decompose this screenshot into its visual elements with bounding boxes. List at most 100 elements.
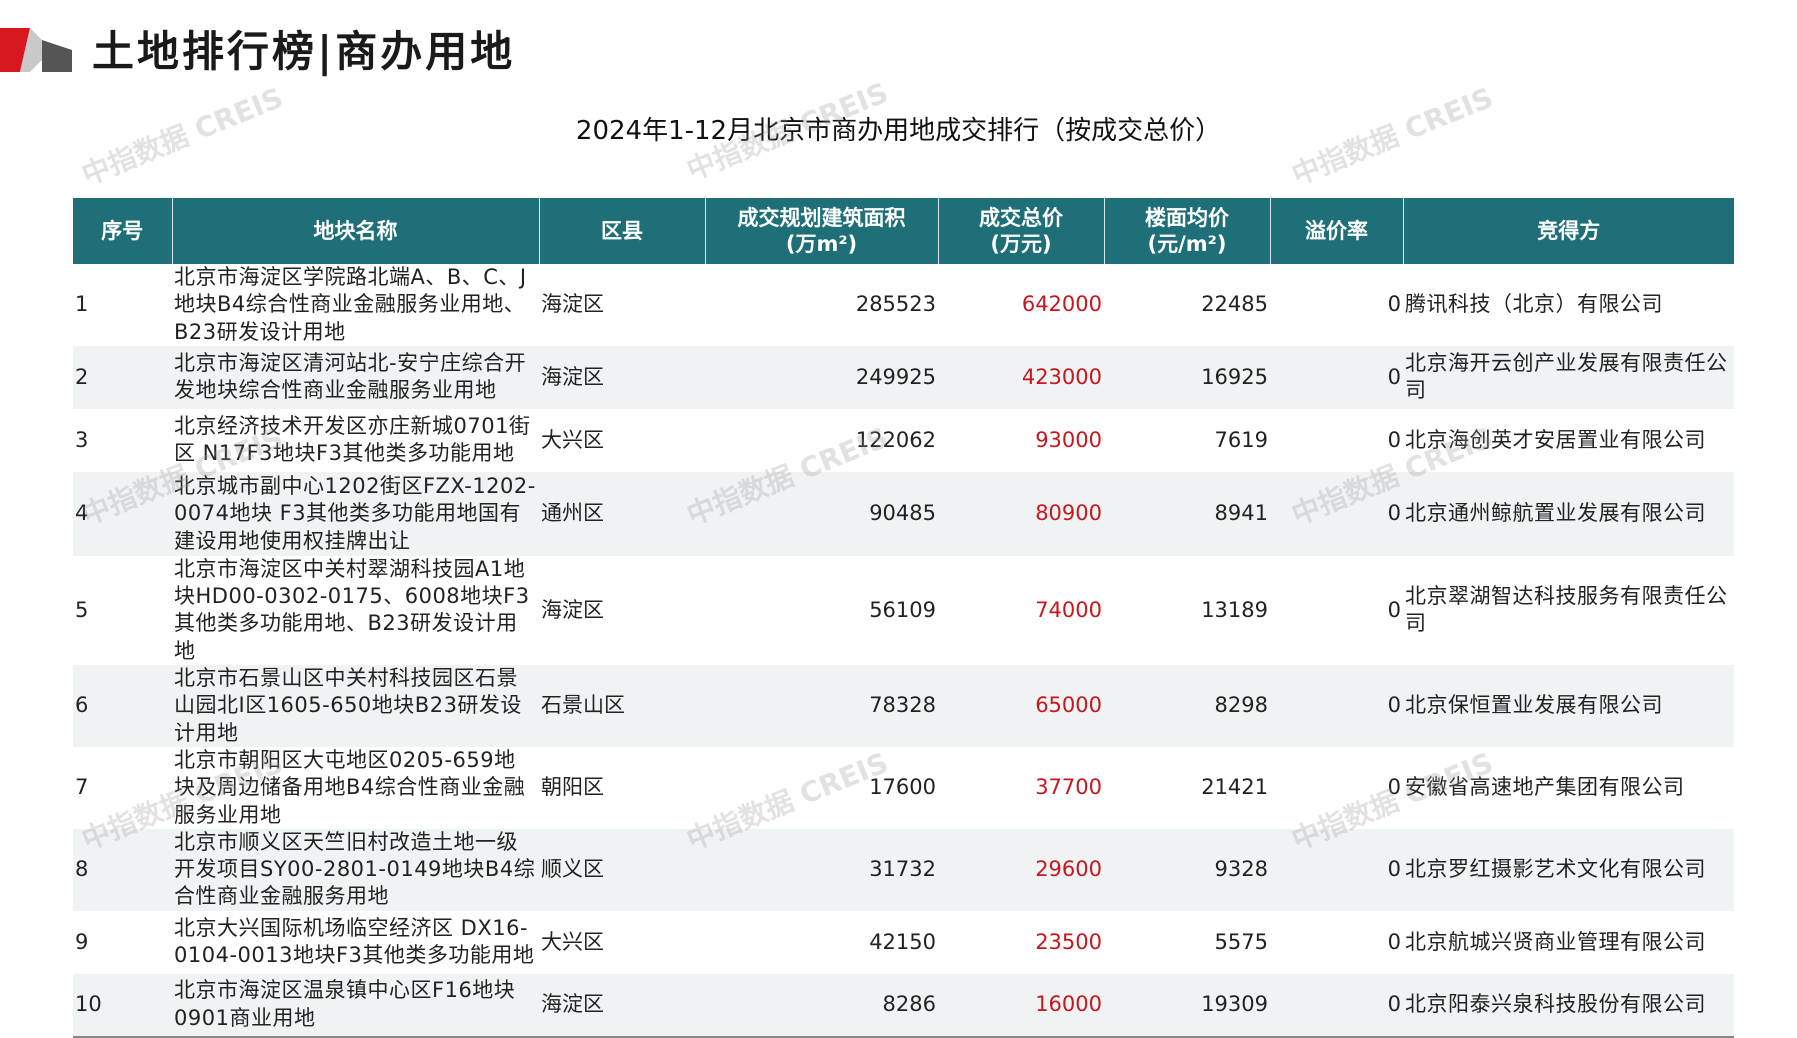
cell-district: 大兴区 [541,427,604,452]
cell-premium: 0 [1270,471,1403,556]
table-row: 3 北京经济技术开发区亦庄新城0701街区 N17F3地块F3其他类多功能用地 … [73,409,1734,472]
cell-buyer: 安徽省高速地产集团有限公司 [1405,775,1685,800]
cell-district: 海淀区 [539,973,705,1038]
cell-unit-price: 22485 [1201,292,1268,317]
cell-name: 北京市海淀区中关村翠湖科技园A1地块HD00-0302-0175、6008地块F… [174,556,530,663]
table-row: 5 北京市海淀区中关村翠湖科技园A1地块HD00-0302-0175、6008地… [73,556,1734,665]
cell-area: 17600 [869,775,936,800]
table-header-row: 序号 地块名称 区县 成交规划建筑面积 (万m²) 成交总价 (万元) 楼面均价… [73,198,1734,264]
table-title: 2024年1-12月北京市商办用地成交排行（按成交总价） [575,116,1222,146]
cell-premium: 0 [1270,973,1403,1038]
cell-area: 31732 [705,828,938,911]
cell-buyer: 北京保恒置业发展有限公司 [1403,665,1734,747]
cell-district: 海淀区 [539,345,705,409]
cell-price: 423000 [938,345,1104,409]
cell-no: 9 [75,929,89,954]
cell-unit-price: 16925 [1104,345,1270,409]
cell-unit-price: 7619 [1214,427,1268,452]
cell-buyer: 北京通州鲸航置业发展有限公司 [1403,471,1734,556]
cell-buyer: 北京阳泰兴泉科技股份有限公司 [1403,973,1734,1038]
cell-district: 海淀区 [541,292,604,317]
cell-no: 7 [75,775,89,800]
cell-no: 1 [75,292,89,317]
header-premium: 溢价率 [1270,198,1404,264]
header-district: 区县 [539,198,706,264]
cell-price: 642000 [1021,292,1102,317]
brand-logo-icon [0,28,72,72]
cell-price: 16000 [938,973,1104,1038]
cell-price: 74000 [1035,597,1102,622]
cell-area: 90485 [705,471,938,556]
cell-name: 北京大兴国际机场临空经济区 DX16-0104-0013地块F3其他类多功能用地 [174,915,535,968]
cell-price: 29600 [938,828,1104,911]
cell-no: 5 [75,597,89,622]
cell-premium: 0 [1387,597,1401,622]
cell-no: 6 [73,665,172,747]
cell-name: 北京市顺义区天竺旧村改造土地一级开发项目SY00-2801-0149地块B4综合… [172,828,539,911]
cell-district: 朝阳区 [541,775,604,800]
cell-unit-price: 8298 [1104,665,1270,747]
cell-district: 石景山区 [539,665,705,747]
cell-premium: 0 [1270,345,1403,409]
cell-name: 北京城市副中心1202街区FZX-1202-0074地块 F3其他类多功能用地国… [172,471,539,556]
header-unit-price: 楼面均价 (元/m²) [1104,198,1271,264]
table-row: 7 北京市朝阳区大屯地区0205-659地块及周边储备用地B4综合性商业金融服务… [73,747,1734,829]
cell-area: 8286 [705,973,938,1038]
header-name: 地块名称 [172,198,540,264]
cell-name: 北京市海淀区温泉镇中心区F16地块0901商业用地 [172,973,539,1038]
header-no: 序号 [73,198,173,264]
cell-name: 北京市海淀区学院路北端A、B、C、J地块B4综合性商业金融服务业用地、B23研发… [174,265,527,344]
cell-premium: 0 [1387,427,1401,452]
cell-unit-price: 19309 [1104,973,1270,1038]
cell-price: 37700 [1035,775,1102,800]
cell-premium: 0 [1387,929,1401,954]
cell-premium: 0 [1387,292,1401,317]
cell-buyer: 北京罗红摄影艺术文化有限公司 [1403,828,1734,911]
cell-price: 80900 [938,471,1104,556]
table-row: 1 北京市海淀区学院路北端A、B、C、J地块B4综合性商业金融服务业用地、B23… [73,264,1734,346]
cell-unit-price: 5575 [1214,929,1268,954]
cell-name: 北京市朝阳区大屯地区0205-659地块及周边储备用地B4综合性商业金融服务业用… [174,747,526,827]
cell-district: 顺义区 [539,828,705,911]
cell-no: 10 [73,973,172,1038]
cell-name: 北京经济技术开发区亦庄新城0701街区 N17F3地块F3其他类多功能用地 [174,414,531,466]
ranking-table: 序号 地块名称 区县 成交规划建筑面积 (万m²) 成交总价 (万元) 楼面均价… [73,198,1734,1038]
table-row: 2 北京市海淀区清河站北-安宁庄综合开发地块综合性商业金融服务业用地 海淀区 2… [73,345,1734,409]
table-row: 4 北京城市副中心1202街区FZX-1202-0074地块 F3其他类多功能用… [73,471,1734,556]
header-buyer: 竞得方 [1403,198,1734,264]
cell-area: 42150 [869,929,936,954]
cell-unit-price: 9328 [1104,828,1270,911]
cell-area: 78328 [705,665,938,747]
cell-no: 8 [73,828,172,911]
cell-premium: 0 [1270,828,1403,911]
cell-no: 2 [73,345,172,409]
cell-buyer: 腾讯科技（北京）有限公司 [1405,292,1663,317]
cell-premium: 0 [1270,665,1403,747]
cell-premium: 0 [1387,775,1401,800]
cell-price: 65000 [938,665,1104,747]
cell-district: 通州区 [539,471,705,556]
cell-area: 56109 [869,597,936,622]
cell-price: 23500 [1035,929,1102,954]
table-row: 8 北京市顺义区天竺旧村改造土地一级开发项目SY00-2801-0149地块B4… [73,828,1734,911]
cell-district: 海淀区 [541,597,604,622]
cell-price: 93000 [1035,427,1102,452]
table-row: 9 北京大兴国际机场临空经济区 DX16-0104-0013地块F3其他类多功能… [73,911,1734,974]
cell-area: 249925 [705,345,938,409]
header-price: 成交总价 (万元) [938,198,1105,264]
cell-name: 北京市海淀区清河站北-安宁庄综合开发地块综合性商业金融服务业用地 [172,345,539,409]
cell-district: 大兴区 [541,929,604,954]
cell-no: 4 [73,471,172,556]
table-row: 6 北京市石景山区中关村科技园区石景山园北I区1605-650地块B23研发设计… [73,665,1734,747]
cell-name: 北京市石景山区中关村科技园区石景山园北I区1605-650地块B23研发设计用地 [172,665,539,747]
cell-buyer: 北京航城兴贤商业管理有限公司 [1405,929,1706,954]
cell-buyer: 北京海创英才安居置业有限公司 [1405,427,1706,452]
page-title: 土地排行榜|商办用地 [92,27,516,76]
cell-buyer: 北京翠湖智达科技服务有限责任公司 [1405,584,1728,636]
cell-buyer: 北京海开云创产业发展有限责任公司 [1403,345,1734,409]
cell-area: 122062 [855,427,936,452]
table-row: 10 北京市海淀区温泉镇中心区F16地块0901商业用地 海淀区 8286 16… [73,973,1734,1038]
header-area: 成交规划建筑面积 (万m²) [705,198,939,264]
cell-unit-price: 13189 [1201,597,1268,622]
cell-no: 3 [75,427,89,452]
